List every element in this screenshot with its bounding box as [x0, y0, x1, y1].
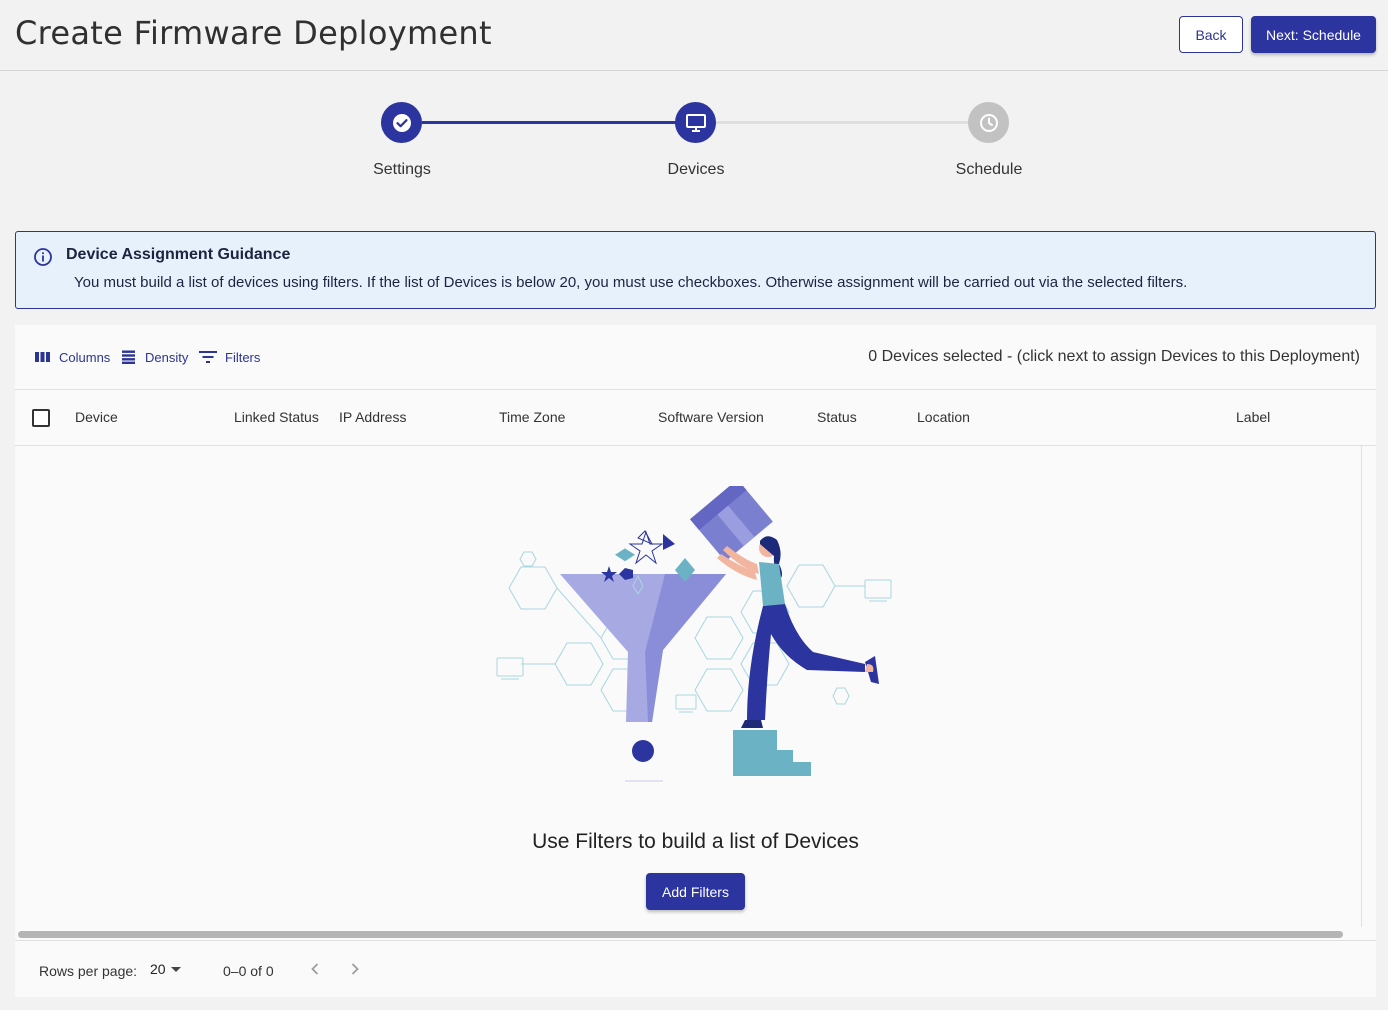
- step-label-settings: Settings: [373, 161, 431, 178]
- check-icon: [392, 113, 411, 132]
- info-icon: [34, 248, 52, 266]
- select-all-checkbox[interactable]: [32, 409, 50, 427]
- page-title: Create Firmware Deployment: [15, 14, 492, 52]
- next-page-button[interactable]: [345, 959, 365, 979]
- next-schedule-button[interactable]: Next: Schedule: [1251, 16, 1376, 53]
- step-connector-completed: [422, 121, 676, 124]
- column-header-device[interactable]: Device: [75, 409, 118, 425]
- devices-table-card: Columns Density Filters 0 Devices select…: [15, 325, 1376, 997]
- chevron-right-icon: [351, 963, 359, 975]
- table-body: [15, 446, 1362, 927]
- step-schedule[interactable]: [968, 102, 1009, 143]
- back-button[interactable]: Back: [1179, 16, 1243, 53]
- rows-per-page-select[interactable]: 20: [150, 961, 186, 977]
- table-footer: Rows per page: 20 0–0 of 0: [15, 942, 1376, 997]
- filter-icon: [199, 351, 217, 363]
- monitor-icon: [685, 113, 706, 132]
- columns-button[interactable]: Columns: [35, 348, 110, 366]
- previous-page-button[interactable]: [305, 959, 325, 979]
- column-header-time-zone[interactable]: Time Zone: [499, 409, 565, 425]
- density-label: Density: [145, 349, 189, 365]
- column-header-linked-status[interactable]: Linked Status: [234, 409, 319, 425]
- column-header-software-version[interactable]: Software Version: [658, 409, 764, 425]
- add-filters-button[interactable]: Add Filters: [646, 873, 745, 910]
- filters-label: Filters: [225, 349, 261, 365]
- column-header-location[interactable]: Location: [917, 409, 970, 425]
- clock-icon: [979, 113, 998, 132]
- rows-per-page-label: Rows per page:: [39, 963, 138, 979]
- column-header-status[interactable]: Status: [817, 409, 857, 425]
- funnel-illustration: [496, 486, 892, 782]
- step-connector-pending: [716, 121, 970, 124]
- density-icon: [122, 350, 135, 364]
- chevron-left-icon: [311, 963, 319, 975]
- horizontal-scrollbar[interactable]: [15, 928, 1376, 941]
- filters-button[interactable]: Filters: [199, 348, 260, 366]
- device-assignment-alert: Device Assignment Guidance You must buil…: [15, 231, 1376, 309]
- alert-text: You must build a list of devices using f…: [74, 274, 1188, 291]
- step-settings[interactable]: [381, 102, 422, 143]
- selected-count-text: 0 Devices selected - (click next to assi…: [868, 348, 1360, 365]
- step-label-schedule: Schedule: [955, 161, 1023, 178]
- dropdown-arrow-icon: [170, 967, 181, 972]
- step-devices[interactable]: [675, 102, 716, 143]
- page-header: Create Firmware Deployment Back Next: Sc…: [0, 0, 1388, 71]
- columns-icon: [35, 352, 50, 362]
- horizontal-scrollbar-thumb[interactable]: [18, 931, 1343, 938]
- column-header-ip-address[interactable]: IP Address: [339, 409, 406, 425]
- column-header-label[interactable]: Label: [1236, 409, 1270, 425]
- step-label-devices: Devices: [667, 161, 725, 178]
- alert-title: Device Assignment Guidance: [66, 246, 291, 263]
- table-header: Device Linked Status IP Address Time Zon…: [15, 389, 1376, 446]
- pagination-range: 0–0 of 0: [223, 963, 274, 979]
- empty-state-text: Use Filters to build a list of Devices: [532, 830, 859, 853]
- rows-per-page-value: 20: [150, 961, 166, 977]
- density-button[interactable]: Density: [121, 348, 188, 366]
- columns-label: Columns: [59, 349, 111, 365]
